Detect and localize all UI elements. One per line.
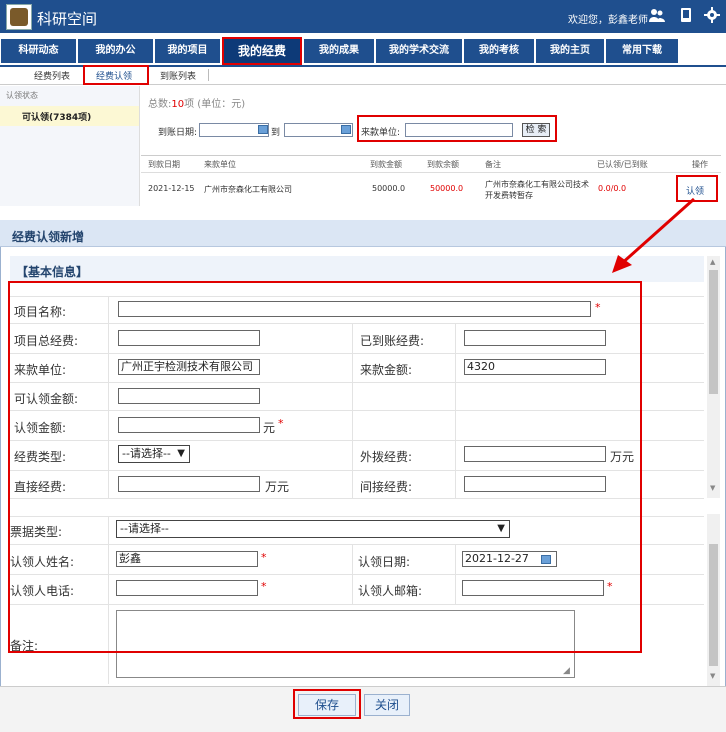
save-button[interactable]: 保存 (298, 694, 356, 716)
scroll-up-icon[interactable]: ▲ (710, 258, 715, 266)
row-balance: 50000.0 (430, 184, 464, 193)
gear-icon[interactable] (704, 7, 720, 27)
nav-my-office[interactable]: 我的办公 (78, 39, 153, 63)
total-suffix: 项 (单位：元) (184, 99, 246, 110)
section-title: 【基本信息】 (16, 265, 89, 279)
col-balance: 到款余额 (427, 160, 459, 169)
subnav-divider (208, 69, 209, 81)
scrollbar-thumb[interactable] (709, 544, 718, 666)
date-to-label: 到 (271, 128, 281, 138)
users-icon[interactable] (648, 7, 666, 27)
payer-filter-input[interactable] (405, 123, 513, 137)
search-button[interactable]: 检 索 (522, 123, 550, 137)
nav-my-achievements[interactable]: 我的成果 (304, 39, 374, 63)
col-date: 到款日期 (148, 160, 180, 169)
col-payer: 来款单位 (204, 160, 236, 169)
nav-my-projects[interactable]: 我的项目 (155, 39, 220, 63)
logo-icon (6, 4, 32, 30)
nav-downloads[interactable]: 常用下载 (606, 39, 678, 63)
form-lower-scrollbar[interactable] (707, 514, 720, 686)
sidebar (0, 86, 140, 206)
nav-research-news[interactable]: 科研动态 (1, 39, 76, 63)
mobile-icon[interactable] (680, 7, 692, 27)
form-highlight-box (8, 281, 642, 653)
nav-my-homepage[interactable]: 我的主页 (536, 39, 604, 63)
row-note-line1: 广州市奈森化工有限公司技术 (485, 180, 589, 189)
sidebar-title: 认领状态 (6, 91, 38, 100)
row-amount: 50000.0 (372, 184, 406, 193)
row-note-line2: 开发费转暂存 (485, 191, 533, 200)
scroll-down-icon[interactable]: ▼ (710, 484, 715, 492)
row-claimed: 0.0/0.0 (598, 184, 627, 193)
date-filter-label: 到账日期: (158, 128, 198, 138)
col-claimed: 已认领/已到账 (597, 160, 648, 169)
total-count-line: 总数:10项 (单位：元) (148, 95, 245, 110)
form-scrollbar[interactable] (707, 256, 720, 498)
total-count: 10 (171, 99, 185, 110)
calendar-icon[interactable] (258, 125, 268, 134)
sidebar-item-claimable[interactable]: 可认领(7384项) (0, 106, 139, 126)
resize-handle-icon[interactable]: ◢ (563, 666, 570, 676)
sidebar-item-label: 可认领(7384项) (22, 113, 92, 123)
payer-filter-label: 来款单位: (361, 128, 401, 138)
site-title: 科研空间 (37, 10, 98, 28)
col-note: 备注 (485, 160, 501, 169)
scroll-down-icon[interactable]: ▼ (710, 672, 715, 680)
total-prefix: 总数: (148, 99, 172, 110)
subnav-received-list[interactable]: 到账列表 (160, 69, 196, 82)
row-date: 2021-12-15 (148, 184, 195, 193)
nav-my-funds[interactable]: 我的经费 (222, 37, 302, 65)
close-button[interactable]: 关闭 (364, 694, 410, 716)
nav-academic-exchange[interactable]: 我的学术交流 (376, 39, 462, 63)
dialog-title: 经费认领新增 (12, 230, 85, 244)
subnav-highlight-box (83, 65, 149, 85)
row-payer: 广州市奈森化工有限公司 (204, 185, 292, 194)
scrollbar-thumb[interactable] (709, 270, 718, 394)
subnav-funds-list[interactable]: 经费列表 (34, 69, 70, 82)
dialog-footer (0, 686, 726, 732)
col-action: 操作 (692, 160, 708, 169)
calendar-icon[interactable] (341, 125, 351, 134)
annotation-arrow (612, 197, 695, 273)
welcome-text: 欢迎您，彭鑫老师 (568, 15, 648, 26)
col-amount: 到款金额 (370, 160, 402, 169)
nav-my-assessment[interactable]: 我的考核 (464, 39, 534, 63)
